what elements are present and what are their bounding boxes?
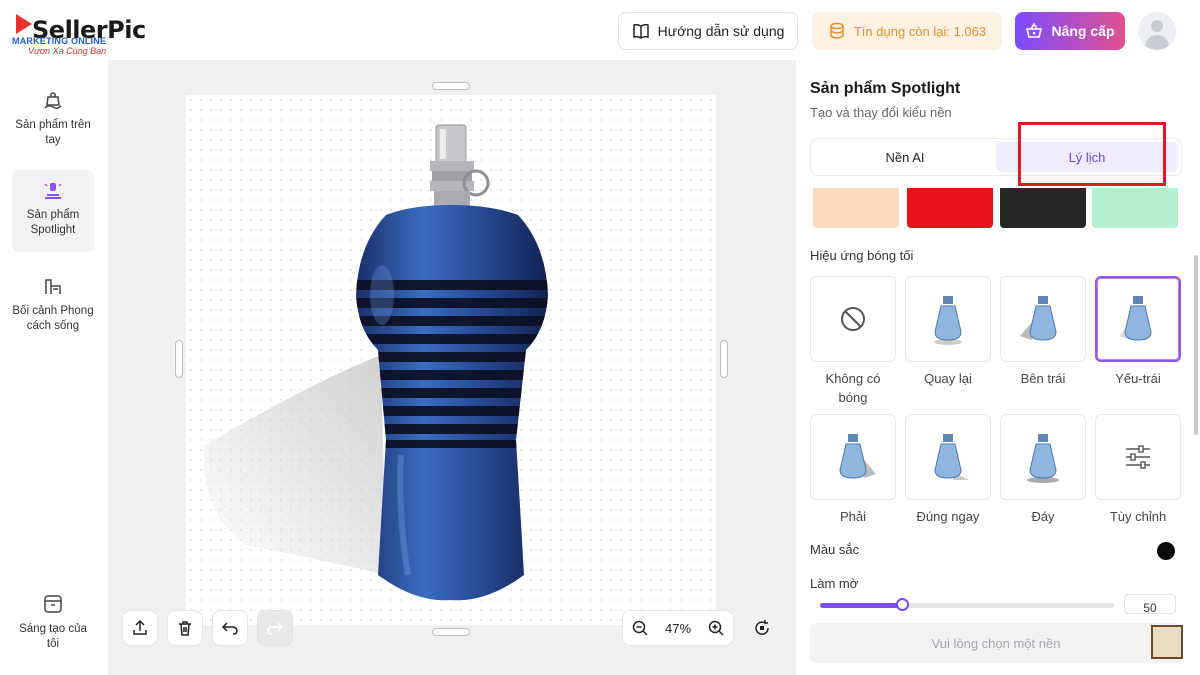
watermark-line1: MARKETING ONLINE — [12, 36, 107, 46]
lifestyle-icon — [45, 279, 61, 294]
shadow-color-picker[interactable] — [1157, 542, 1175, 560]
export-button[interactable] — [122, 610, 158, 646]
shadow-option-none[interactable] — [810, 276, 896, 362]
sidebar-item-label: Sản phẩm Spotlight — [26, 209, 80, 236]
shadow-option-label: Không có bóng — [825, 371, 881, 405]
sidebar-item-lifestyle[interactable]: Bối cảnh Phong cách sống — [12, 266, 94, 358]
bottle-icon — [839, 434, 876, 479]
shadow-option-label: Quay lại — [924, 371, 972, 386]
shadow-section-label: Hiệu ứng bóng tối — [810, 248, 914, 263]
refresh-view-icon — [755, 620, 769, 635]
canvas-area: 47% — [108, 60, 795, 675]
shadow-option-back[interactable] — [905, 276, 991, 362]
resize-handle-left[interactable] — [175, 340, 183, 378]
zoom-in-icon[interactable] — [707, 619, 725, 637]
zoom-out-icon[interactable] — [631, 619, 649, 637]
shadow-option-custom[interactable] — [1095, 414, 1181, 500]
resize-handle-top[interactable] — [432, 82, 470, 90]
select-background-button[interactable]: Vui lòng chọn một nền — [810, 623, 1182, 663]
panel-title: Sản phẩm Spotlight — [810, 80, 961, 97]
shadow-option-label: Bên trái — [1020, 371, 1066, 386]
avatar-head — [1151, 20, 1163, 32]
basket-icon — [1026, 22, 1043, 38]
credit-label: Tín dụng còn lại: 1.063 — [853, 23, 987, 39]
shadow-option-label: Đúng ngay — [916, 509, 980, 524]
highlight-annotation — [1018, 122, 1166, 186]
product-image[interactable] — [186, 95, 716, 625]
logo[interactable]: SellerPic MARKETING ONLINE Vươn Xa Cùng … — [10, 10, 160, 56]
redo-button[interactable] — [257, 610, 293, 646]
shadow-option-front[interactable] — [905, 414, 991, 500]
coin-stack-icon — [830, 22, 844, 39]
shadow-option-label: Đáy — [1031, 509, 1055, 524]
undo-icon — [221, 622, 238, 635]
zoom-level: 47% — [664, 620, 692, 636]
tab-ai-background[interactable]: Nền AI — [814, 142, 996, 172]
sidebar-item-spotlight[interactable]: Sản phẩm Spotlight — [12, 170, 94, 252]
color-swatch[interactable] — [813, 188, 899, 228]
book-icon — [632, 23, 649, 39]
upgrade-button[interactable]: Nâng cấp — [1015, 12, 1125, 50]
blur-value-input[interactable]: 50 — [1124, 594, 1176, 614]
sidebar-item-label: Bối cảnh Phong cách sống — [12, 305, 94, 332]
shadow-color-label: Màu sắc — [810, 542, 860, 557]
sliders-icon — [1126, 445, 1150, 469]
shadow-option-weak-left[interactable] — [1095, 276, 1181, 362]
spotlight-icon — [44, 183, 62, 199]
undo-button[interactable] — [212, 610, 248, 646]
no-shadow-icon — [841, 307, 865, 331]
avatar[interactable] — [1138, 12, 1176, 50]
shadow-option-label: Yếu-trái — [1115, 371, 1161, 386]
artboard[interactable] — [186, 95, 716, 625]
watermark-line2: Vươn Xa Cùng Bạn — [28, 46, 107, 56]
redo-icon — [267, 622, 284, 635]
hand-bag-icon — [44, 92, 62, 110]
top-bar: SellerPic MARKETING ONLINE Vươn Xa Cùng … — [0, 0, 1200, 60]
color-swatch[interactable] — [1092, 188, 1178, 228]
left-sidebar: Sản phẩm trên tay Sản phẩm Spotlight Bối… — [0, 60, 108, 675]
my-creations-icon — [44, 595, 62, 613]
sidebar-item-label: Sản phẩm trên tay — [15, 119, 91, 146]
upgrade-label: Nâng cấp — [1051, 23, 1115, 39]
blur-slider-fill — [820, 603, 902, 608]
background-thumbnail[interactable] — [1151, 625, 1183, 659]
avatar-body — [1145, 35, 1169, 50]
shadow-option-label: Tùy chỉnh — [1109, 509, 1167, 524]
shadow-option-right[interactable] — [810, 414, 896, 500]
blur-label: Làm mờ — [810, 576, 859, 591]
panel-subtitle: Tạo và thay đổi kiểu nền — [810, 105, 952, 120]
shadow-option-bottom[interactable] — [1000, 414, 1086, 500]
sidebar-item-product-in-hand[interactable]: Sản phẩm trên tay — [12, 80, 94, 156]
zoom-control: 47% — [622, 610, 734, 646]
shadow-option-label: Phải — [839, 509, 867, 524]
user-guide-button[interactable]: Hướng dẫn sử dụng — [618, 12, 798, 50]
panel-scrollbar[interactable] — [1194, 255, 1198, 435]
upload-icon — [133, 619, 147, 635]
bottle-icon — [1119, 296, 1152, 341]
credit-balance: Tín dụng còn lại: 1.063 — [812, 12, 1002, 50]
bottle-icon — [934, 434, 969, 480]
bottle-icon — [1020, 296, 1057, 341]
user-guide-label: Hướng dẫn sử dụng — [657, 23, 785, 39]
logo-mark-icon — [16, 14, 32, 34]
blur-slider-handle[interactable] — [896, 598, 909, 611]
resize-handle-bottom[interactable] — [432, 628, 470, 636]
delete-button[interactable] — [167, 610, 203, 646]
color-swatch[interactable] — [1000, 188, 1086, 228]
fit-view-button[interactable] — [744, 610, 780, 646]
resize-handle-right[interactable] — [720, 340, 728, 378]
sidebar-item-label: Sáng tạo của tôi — [19, 623, 87, 650]
sidebar-item-my-creations[interactable]: Sáng tạo của tôi — [12, 584, 94, 654]
right-panel: Sản phẩm Spotlight Tạo và thay đổi kiểu … — [795, 60, 1200, 675]
shadow-option-left[interactable] — [1000, 276, 1086, 362]
bottle-icon — [934, 296, 962, 345]
bottle-icon — [1027, 434, 1059, 483]
color-swatch[interactable] — [907, 188, 993, 228]
trash-icon — [179, 621, 191, 636]
